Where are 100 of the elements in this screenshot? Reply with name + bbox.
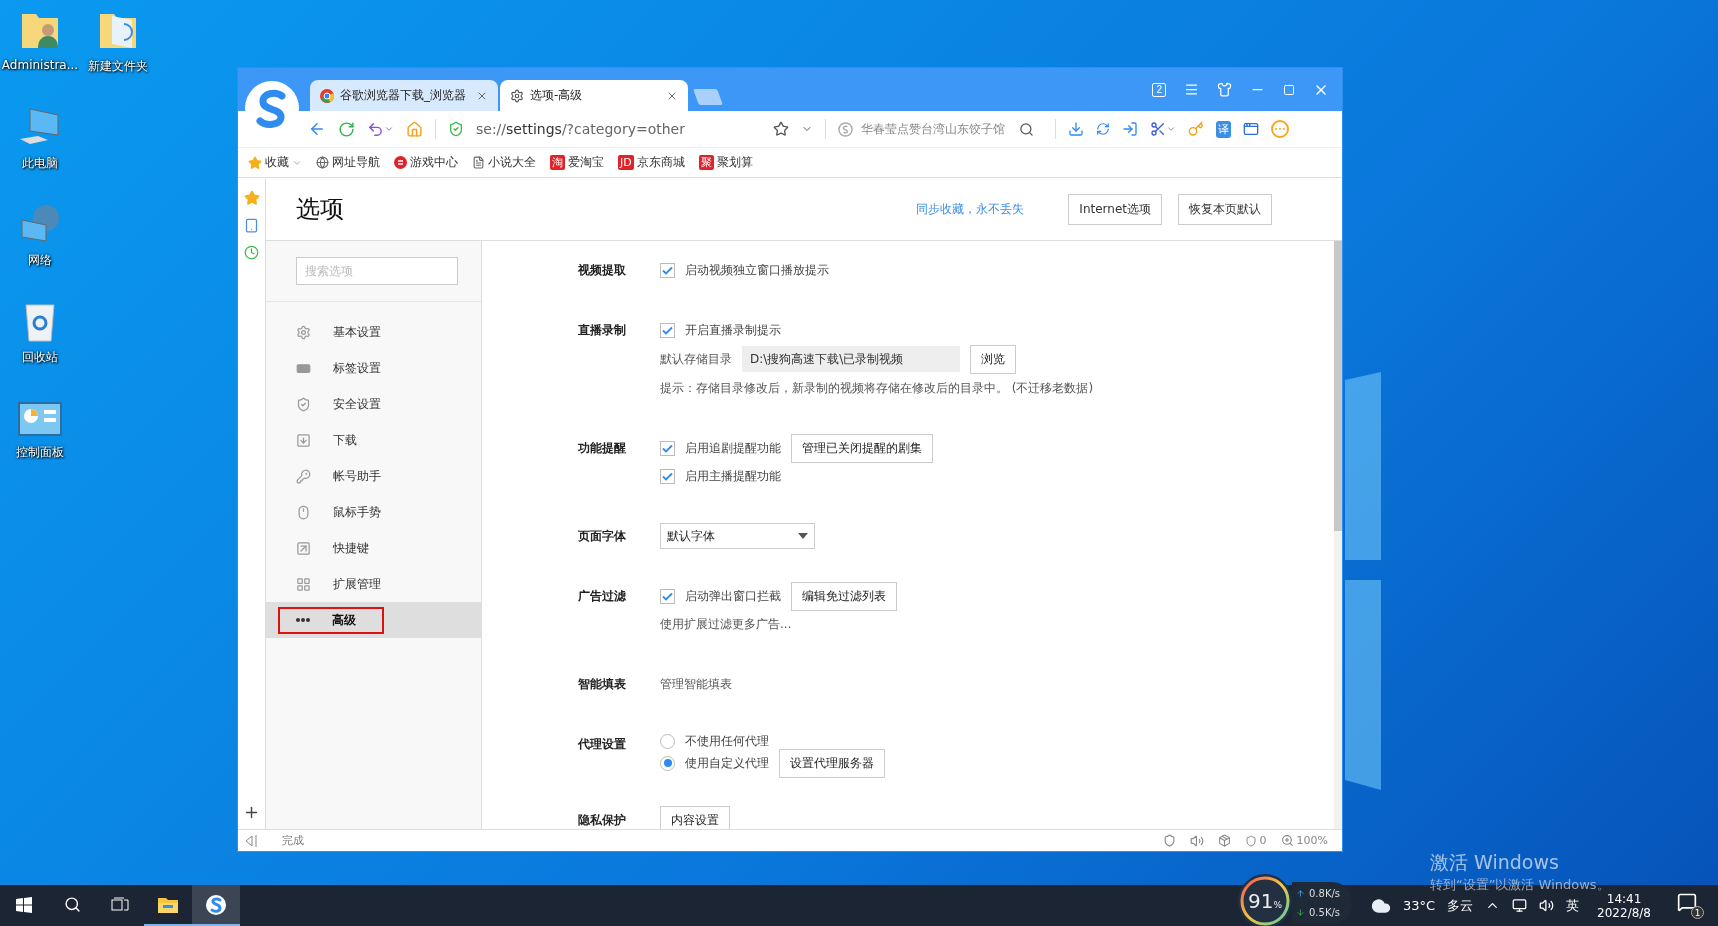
bookmark-link[interactable]: JD 京东商城 bbox=[618, 154, 685, 171]
input-method[interactable]: 英 bbox=[1566, 896, 1580, 915]
ad-block-count: 0 bbox=[1259, 834, 1267, 847]
more-button[interactable] bbox=[1271, 120, 1289, 138]
refresh-icon[interactable] bbox=[338, 120, 355, 138]
game-icon bbox=[394, 156, 407, 169]
security-shield-icon bbox=[448, 121, 464, 137]
check-icon bbox=[662, 443, 673, 453]
action-button[interactable]: 浏览 bbox=[970, 344, 1016, 374]
more-icon bbox=[296, 618, 310, 622]
nav-item[interactable]: 高级 bbox=[266, 602, 481, 638]
sidebar-toggle-icon[interactable] bbox=[244, 834, 258, 847]
scissors-icon[interactable] bbox=[1150, 121, 1166, 137]
home-icon[interactable] bbox=[406, 120, 423, 138]
tablet-icon[interactable] bbox=[244, 218, 259, 233]
nav-item[interactable]: 标签设置 bbox=[266, 350, 481, 386]
checkbox[interactable] bbox=[660, 588, 675, 604]
taskbar-app[interactable] bbox=[192, 885, 240, 926]
bookmark-link[interactable]: 小说大全 bbox=[472, 154, 536, 171]
path-field[interactable]: D:\搜狗高速下载\已录制视频 bbox=[742, 346, 960, 372]
maximize-icon[interactable] bbox=[1283, 83, 1295, 96]
upload-speed: 0.8K/s bbox=[1309, 888, 1341, 899]
memory-gauge[interactable]: 91% bbox=[1238, 874, 1292, 926]
favorites-star-icon[interactable] bbox=[243, 190, 260, 206]
zoom-icon[interactable] bbox=[1280, 834, 1294, 847]
action-button[interactable]: 内容设置 bbox=[660, 805, 730, 829]
key-icon[interactable] bbox=[1188, 121, 1204, 137]
weather-text[interactable]: 多云 bbox=[1447, 896, 1474, 915]
sync-link[interactable]: 同步收藏，永不丢失 bbox=[916, 200, 1025, 218]
nav-item[interactable]: 扩展管理 bbox=[266, 566, 481, 602]
scrollbar[interactable] bbox=[1334, 241, 1342, 829]
section-label: 视频提取 bbox=[578, 262, 627, 279]
checkbox[interactable] bbox=[660, 262, 675, 278]
checkbox[interactable] bbox=[660, 440, 675, 456]
check-icon bbox=[662, 591, 673, 601]
chrome-icon bbox=[320, 88, 334, 103]
undo-icon[interactable] bbox=[367, 120, 384, 138]
checkbox-label: 启用主播提醒功能 bbox=[685, 467, 781, 485]
browser-tab[interactable]: 谷歌浏览器下载_浏览器 bbox=[310, 80, 498, 111]
network-icon[interactable] bbox=[1512, 898, 1528, 913]
nav-label: 基本设置 bbox=[333, 323, 381, 341]
nav-item[interactable]: 安全设置 bbox=[266, 386, 481, 422]
font-dropdown[interactable]: 默认字体 bbox=[660, 523, 815, 549]
menu-icon[interactable] bbox=[1184, 82, 1199, 97]
browser-tab[interactable]: 选项-高级 bbox=[500, 80, 688, 111]
section-label: 直播录制 bbox=[578, 322, 627, 339]
caret-icon[interactable] bbox=[1166, 124, 1176, 134]
action-button[interactable]: 设置代理服务器 bbox=[779, 748, 885, 778]
status-text: 完成 bbox=[282, 833, 304, 848]
action-button[interactable]: 管理已关闭提醒的剧集 bbox=[791, 433, 933, 463]
nav-item[interactable]: 鼠标手势 bbox=[266, 494, 481, 530]
back-icon[interactable] bbox=[308, 120, 326, 138]
gear-icon bbox=[296, 324, 311, 340]
sound-icon[interactable] bbox=[1189, 833, 1204, 848]
address-field[interactable]: se://settings/?category=other bbox=[476, 121, 761, 137]
star-icon bbox=[248, 155, 262, 170]
checkbox[interactable] bbox=[660, 468, 675, 484]
sync-icon[interactable] bbox=[1096, 122, 1110, 136]
volume-icon[interactable] bbox=[1539, 898, 1555, 913]
mouse-icon bbox=[296, 504, 311, 520]
clock[interactable]: 14:41 2022/8/8 bbox=[1597, 891, 1651, 920]
checkbox[interactable] bbox=[660, 322, 675, 338]
checkbox-label: 启用追剧提醒功能 bbox=[685, 439, 781, 457]
shirt-icon[interactable] bbox=[1217, 82, 1232, 97]
bookmark-link[interactable]: 淘 爱淘宝 bbox=[550, 154, 604, 171]
nav-item[interactable]: 帐号助手 bbox=[266, 458, 481, 494]
window-icon[interactable] bbox=[1243, 121, 1259, 137]
shield-icon bbox=[296, 396, 311, 412]
bookmark-link[interactable]: 收藏 bbox=[248, 154, 302, 171]
history-clock-icon[interactable] bbox=[244, 245, 259, 260]
header-button[interactable]: 恢复本页默认 bbox=[1178, 193, 1272, 225]
package-icon[interactable] bbox=[1217, 834, 1231, 847]
bookmark-link[interactable]: 游戏中心 bbox=[394, 154, 458, 171]
action-button[interactable]: 编辑免过滤列表 bbox=[791, 581, 897, 611]
add-icon[interactable] bbox=[243, 804, 260, 821]
header-button[interactable]: Internet选项 bbox=[1068, 193, 1162, 225]
folder-icon bbox=[157, 895, 179, 914]
bookmark-link[interactable]: 网址导航 bbox=[316, 154, 380, 171]
nav-item[interactable]: 下载 bbox=[266, 422, 481, 458]
note-text: 管理智能填表 bbox=[660, 675, 732, 693]
caret-icon[interactable] bbox=[384, 124, 394, 134]
new-tab-button[interactable] bbox=[693, 89, 723, 105]
login-icon[interactable] bbox=[1122, 121, 1138, 137]
bookmark-star-icon[interactable] bbox=[773, 121, 789, 137]
checkbox-label: 启动弹出窗口拦截 bbox=[685, 587, 781, 605]
download-icon[interactable] bbox=[1068, 121, 1084, 137]
weather-text[interactable]: 33°C bbox=[1402, 898, 1436, 913]
options-search-field[interactable]: 搜索选项 bbox=[296, 257, 458, 285]
search-engine-icon[interactable] bbox=[838, 121, 853, 137]
checkbox-label: 开启直播录制提示 bbox=[685, 321, 781, 339]
shield-icon[interactable] bbox=[1162, 834, 1176, 847]
check-icon bbox=[662, 265, 673, 275]
search-icon[interactable] bbox=[1019, 121, 1034, 137]
notification-icon[interactable] bbox=[1677, 892, 1697, 912]
bookmark-link[interactable]: 聚 聚划算 bbox=[698, 154, 753, 171]
field-label: 默认存储目录 bbox=[660, 350, 732, 368]
nav-item[interactable]: 基本设置 bbox=[266, 314, 481, 350]
ad-block-icon[interactable] bbox=[1244, 834, 1257, 847]
nav-item[interactable]: 快捷键 bbox=[266, 530, 481, 566]
logo-icon: JD bbox=[618, 155, 634, 170]
